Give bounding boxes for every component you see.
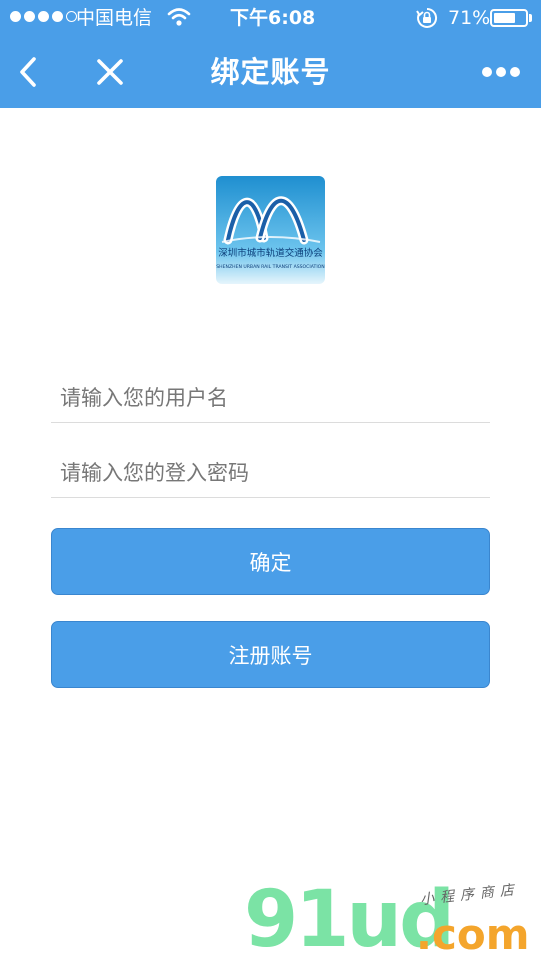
battery-percent: 71% [448, 7, 491, 29]
password-field [51, 448, 490, 498]
association-logo-image: 深圳市城市轨道交通协会 SHENZHEN URBAN RAIL TRANSIT … [216, 176, 325, 284]
watermark-domain: .com [416, 910, 530, 959]
carrier-name: 中国电信 [76, 7, 153, 29]
username-field [51, 373, 490, 423]
signal-dots-icon [10, 11, 77, 24]
status-time: 下午6:08 [230, 7, 316, 29]
more-button[interactable] [475, 48, 527, 96]
username-input[interactable] [51, 373, 490, 422]
password-input[interactable] [51, 448, 490, 497]
battery-cap [529, 14, 532, 22]
signal-dot [24, 11, 35, 22]
more-dots-icon [482, 67, 520, 77]
signal-dot [10, 11, 21, 22]
status-bar: 中国电信 下午6:08 71% [0, 0, 541, 36]
logo-text-en: SHENZHEN URBAN RAIL TRANSIT ASSOCIATION [216, 264, 324, 270]
register-button[interactable]: 注册账号 [51, 621, 490, 688]
battery-fill [494, 13, 516, 23]
association-logo: 深圳市城市轨道交通协会 SHENZHEN URBAN RAIL TRANSIT … [216, 176, 325, 284]
page-title: 绑定账号 [210, 55, 331, 89]
wifi-icon [167, 8, 191, 26]
signal-dot [52, 11, 63, 22]
signal-dot [38, 11, 49, 22]
logo-text-cn: 深圳市城市轨道交通协会 [218, 247, 323, 259]
navigation-bar: 绑定账号 [0, 36, 541, 108]
app-header: 中国电信 下午6:08 71% 绑定账号 [0, 0, 541, 108]
rotation-lock-icon [416, 7, 438, 28]
watermark: 91ud 小程序商店 .com [244, 881, 534, 959]
confirm-button[interactable]: 确定 [51, 528, 490, 595]
battery-icon [490, 9, 528, 27]
